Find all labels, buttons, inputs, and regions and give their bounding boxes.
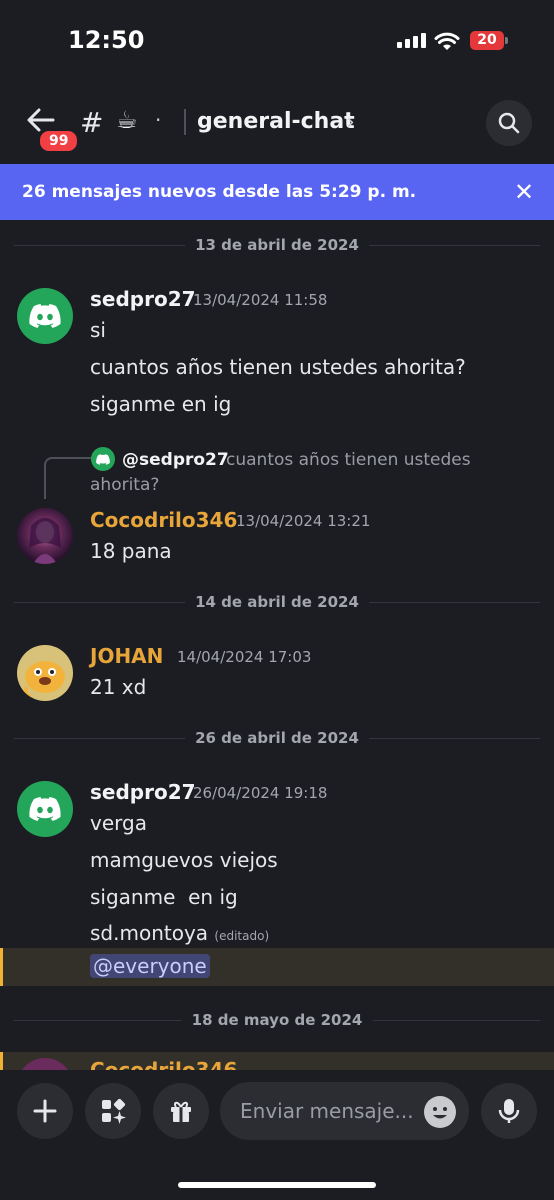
message-author[interactable]: sedpro27 [90,287,196,311]
message-author[interactable]: Cocodrilo346 [90,508,237,532]
message-text-content: sd.montoya [90,921,209,945]
message-timestamp: 14/04/2024 17:03 [177,648,312,666]
smiley-icon [433,1107,447,1119]
discord-logo-icon [96,453,110,465]
signal-icon [397,33,426,48]
message-text: 18 pana [90,539,172,563]
reply-preview-continued[interactable]: ahorita? [90,475,159,495]
channel-title[interactable]: general-chat [197,109,355,134]
avatar[interactable] [17,781,73,837]
message-text: mamguevos viejos [90,848,278,872]
anime-avatar-image [29,518,61,564]
emoji-button[interactable] [424,1096,456,1128]
header-divider [184,109,186,135]
microphone-icon [498,1099,520,1123]
edited-tag: (editado) [214,929,270,943]
date-label: 26 de abril de 2024 [185,729,369,747]
chevron-right-icon[interactable]: › [346,110,355,135]
wifi-icon [434,31,460,55]
message-author[interactable]: sedpro27 [90,780,196,804]
message-timestamp: 13/04/2024 13:21 [236,512,371,530]
message-author[interactable]: JOHAN [90,644,163,668]
message-timestamp: 26/04/2024 19:18 [193,784,328,802]
message-text: 21 xd [90,675,147,699]
message-text: siganme en ig [90,885,238,909]
avatar[interactable] [17,508,73,564]
reply-preview[interactable]: cuantos años tienen ustedes [226,450,471,470]
gift-icon [171,1101,191,1122]
avatar[interactable] [17,288,73,344]
jake-dog-avatar-image [23,661,65,699]
discord-logo-icon [29,304,61,328]
channel-hash-icon: # [80,106,104,139]
date-label: 13 de abril de 2024 [185,236,369,254]
message-text: si [90,318,106,342]
add-attachment-button[interactable] [17,1083,73,1139]
everyone-mention[interactable]: @everyone [90,954,210,978]
discord-logo-icon [29,797,61,821]
close-icon[interactable]: ✕ [514,178,534,206]
battery-icon: 20 [470,31,504,50]
unread-badge: 99 [37,128,81,154]
date-label: 18 de mayo de 2024 [181,1011,373,1029]
home-indicator[interactable] [178,1182,376,1188]
gift-button[interactable] [153,1083,209,1139]
apps-button[interactable] [85,1083,141,1139]
new-messages-text: 26 mensajes nuevos desde las 5:29 p. m. [22,182,417,202]
voice-message-button[interactable] [481,1083,537,1139]
search-icon [498,112,520,134]
reply-connector [44,457,92,499]
reply-avatar [91,447,115,471]
search-button[interactable] [486,100,532,146]
channel-emoji: ☕ [116,106,138,134]
channel-dot: · [155,108,162,132]
mention-highlight-row [0,1052,554,1072]
date-label: 14 de abril de 2024 [185,593,369,611]
message-input-placeholder[interactable]: Enviar mensaje... [240,1099,414,1123]
message-text: siganme en ig [90,392,232,416]
plus-icon [33,1099,57,1123]
mention-highlight-row [0,948,554,986]
battery-cap [505,37,508,44]
avatar[interactable] [17,645,73,701]
message-text: verga [90,811,147,835]
status-time: 12:50 [68,26,145,54]
reply-author[interactable]: @sedpro27 [122,450,229,470]
message-text: sd.montoya (editado) [90,921,269,945]
apps-sparkle-icon [102,1098,126,1124]
message-text: cuantos años tienen ustedes ahorita? [90,355,466,379]
message-timestamp: 13/04/2024 11:58 [193,291,328,309]
